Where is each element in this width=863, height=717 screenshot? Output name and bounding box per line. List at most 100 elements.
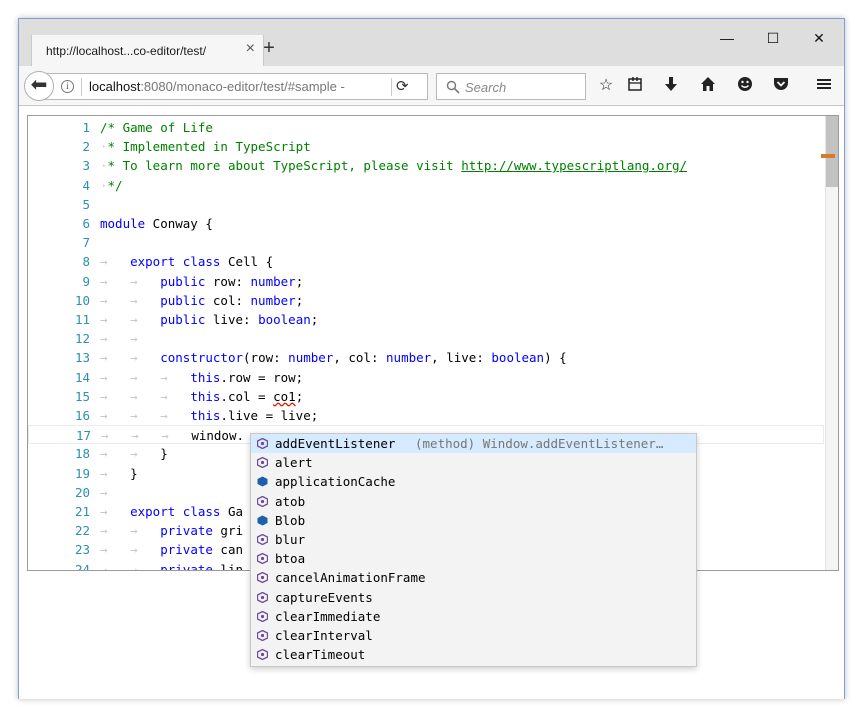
code-text: → export class Ga (100, 502, 243, 521)
code-text: → → → this.col = co1; (100, 387, 303, 406)
suggest-item[interactable]: atob (251, 492, 696, 511)
line-number: 17 (75, 428, 91, 444)
code-token: Ga (220, 504, 244, 519)
code-token: number (288, 350, 334, 366)
emoji-icon[interactable] (735, 76, 755, 96)
code-token: boolean (491, 350, 545, 366)
code-token: Cell { (220, 254, 274, 270)
line-number: 12 (74, 331, 90, 347)
minimize-button[interactable]: — (704, 23, 750, 53)
method-icon (257, 630, 268, 641)
code-line[interactable]: 6 module Conway { (28, 214, 824, 233)
method-icon (257, 457, 268, 469)
reload-icon[interactable]: ⟳ (396, 77, 409, 95)
tab-close-icon[interactable]: × (246, 40, 255, 58)
code-token: , live: (431, 350, 492, 366)
code-line[interactable]: 16 → → → this.live = live; (28, 406, 824, 425)
suggest-label: Blob (275, 512, 306, 528)
url-bar[interactable]: i localhost:8080/monaco-editor/test/#sam… (41, 73, 428, 100)
code-token: number (250, 273, 296, 289)
search-input[interactable]: Search (436, 73, 586, 100)
maximize-button[interactable]: ☐ (750, 23, 796, 53)
code-line[interactable]: 15 → → → this.col = co1; (28, 387, 824, 406)
code-line[interactable]: 11 → → public live: boolean; (28, 310, 824, 329)
code-token: this (190, 388, 221, 404)
url-text[interactable]: localhost:8080/monaco-editor/test/#sampl… (89, 79, 345, 94)
whitespace-marker: → → → (100, 388, 191, 404)
suggest-label: applicationCache (275, 474, 396, 490)
code-token: this (190, 408, 221, 423)
whitespace-marker: → → (100, 273, 161, 289)
code-line[interactable]: 10 → → public col: number; (28, 291, 824, 310)
suggest-label: clearTimeout (275, 647, 366, 663)
browser-tab[interactable]: http://localhost...co-editor/test/ × (31, 35, 264, 66)
code-text: → → } (100, 444, 168, 463)
suggest-item[interactable]: btoa (251, 549, 696, 568)
code-line[interactable]: 8 → export class Cell { (28, 252, 824, 271)
code-line[interactable]: 12 → → (28, 329, 824, 348)
suggest-item[interactable]: addEventListener (method) Window.addEvent… (251, 434, 696, 453)
code-line[interactable]: 14 → → → this.row = row; (28, 368, 824, 387)
code-line[interactable]: 1 /* Game of Life (28, 118, 824, 137)
line-number: 21 (74, 504, 90, 519)
suggest-item[interactable]: applicationCache (251, 472, 696, 491)
browser-window: http://localhost...co-editor/test/ × + —… (18, 18, 845, 699)
code-token: row: (205, 273, 251, 289)
code-token: export (130, 254, 176, 270)
menu-icon[interactable] (814, 76, 834, 96)
bookmark-star-icon[interactable]: ☆ (596, 76, 616, 96)
code-token: window. (191, 428, 244, 444)
suggest-item[interactable]: clearTimeout (251, 645, 696, 664)
line-number: 6 (82, 216, 90, 231)
back-button[interactable]: ⬅ (24, 71, 54, 101)
code-token: ) { (544, 350, 567, 366)
code-line[interactable]: 7 (28, 233, 824, 252)
suggest-item[interactable]: captureEvents (251, 588, 696, 607)
code-token: module (100, 216, 146, 231)
overview-ruler-marker (821, 154, 835, 158)
code-line[interactable]: 4 ·*/ (28, 176, 824, 195)
suggest-item[interactable]: cancelAnimationFrame (251, 568, 696, 587)
suggest-label: clearInterval (275, 628, 373, 643)
code-line[interactable]: 3 ·* To learn more about TypeScript, plea… (28, 156, 824, 175)
suggest-item[interactable]: alert (251, 453, 696, 472)
code-text: → } (100, 464, 138, 483)
code-token: constructor (160, 350, 244, 366)
url-divider (81, 78, 82, 96)
suggest-item[interactable]: blur (251, 530, 696, 549)
suggest-item[interactable]: clearImmediate (251, 607, 696, 626)
pocket-icon[interactable] (771, 76, 791, 96)
search-icon (446, 80, 460, 94)
info-icon[interactable]: i (61, 80, 74, 93)
code-text: → → public live: boolean; (100, 310, 318, 329)
new-tab-button[interactable]: + (258, 37, 280, 59)
code-token: } (160, 446, 168, 462)
method-icon (257, 534, 268, 545)
whitespace-marker: → → (100, 292, 161, 308)
reading-list-icon[interactable] (625, 76, 645, 96)
home-icon[interactable] (698, 76, 718, 96)
whitespace-marker: → → → (100, 408, 191, 423)
code-line[interactable]: 2 ·* Implemented in TypeScript (28, 137, 824, 156)
code-text: → → private gri (100, 521, 243, 540)
code-line[interactable]: 13 → → constructor(row: number, col: numb… (28, 348, 824, 367)
code-text: → export class Cell { (100, 252, 273, 271)
code-line[interactable]: 9 → → public row: number; (28, 272, 824, 291)
suggest-label: addEventListener (275, 436, 396, 451)
suggest-item[interactable]: clearInterval (251, 626, 696, 645)
code-text: ·* Implemented in TypeScript (100, 137, 311, 156)
suggest-item[interactable]: Blob (251, 511, 696, 530)
suggest-label: atob (275, 493, 306, 509)
download-icon[interactable] (661, 76, 681, 96)
code-token: this (190, 369, 221, 385)
suggest-label: cancelAnimationFrame (275, 570, 426, 586)
comment-link[interactable]: http://www.typescriptlang.org/ (461, 158, 687, 173)
scrollbar-thumb[interactable] (826, 116, 838, 187)
code-token: (row: (243, 350, 289, 366)
whitespace-marker: · (100, 158, 108, 174)
vertical-scrollbar[interactable] (825, 116, 838, 570)
code-line[interactable]: 5 (28, 195, 824, 214)
whitespace-marker: → → (100, 542, 161, 558)
close-window-button[interactable]: ✕ (796, 23, 842, 53)
method-icon (257, 438, 268, 449)
